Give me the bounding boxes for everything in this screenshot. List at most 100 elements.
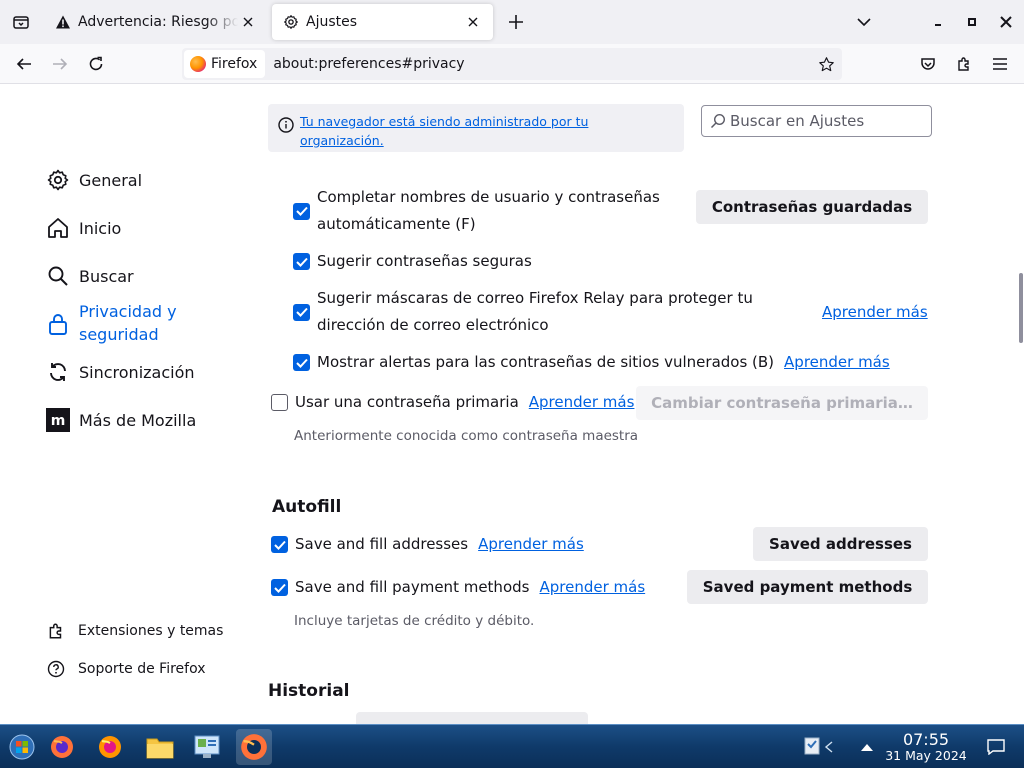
primary-learn-more-link[interactable]: Aprender más (529, 389, 635, 416)
policy-link[interactable]: Tu navegador está siendo administrado po… (300, 112, 630, 150)
relay-learn-more-link[interactable]: Aprender más (822, 303, 928, 321)
sidebar-item-label: Más de Mozilla (79, 410, 197, 430)
gear-icon (44, 166, 72, 194)
clock-time: 07:55 (902, 730, 950, 749)
plus-icon (509, 15, 523, 29)
close-tab-icon[interactable] (238, 17, 258, 27)
tab-settings[interactable]: Ajustes (272, 4, 493, 40)
minimize-icon (935, 24, 941, 26)
relay-row: Sugerir máscaras de correo Firefox Relay… (293, 285, 777, 339)
taskbar-control-panel[interactable] (191, 731, 223, 763)
payments-learn-more-link[interactable]: Aprender más (539, 574, 645, 601)
reload-button[interactable] (82, 50, 110, 78)
tray-volume-icon[interactable] (818, 731, 840, 763)
sync-icon (44, 358, 72, 386)
firefox-icon (241, 734, 267, 760)
save-payments-row: Save and fill payment methods Aprender m… (271, 574, 645, 601)
tab-warning[interactable]: Advertencia: Riesgo potencial de segurid… (44, 4, 268, 40)
scrollbar-thumb[interactable] (1019, 273, 1023, 343)
checkmark-icon (273, 583, 286, 593)
saved-addresses-button[interactable]: Saved addresses (753, 527, 928, 561)
autofill-logins-row: Completar nombres de usuario y contraseñ… (293, 184, 687, 238)
saved-passwords-button[interactable]: Contraseñas guardadas (696, 190, 928, 224)
home-icon (44, 214, 72, 242)
autofill-logins-checkbox[interactable] (293, 202, 310, 220)
puzzle-icon (44, 619, 68, 643)
taskbar-firefox-active[interactable] (236, 729, 272, 765)
breach-alerts-checkbox[interactable] (293, 354, 310, 371)
taskbar-firefox-2[interactable] (94, 731, 126, 763)
checkmark-icon (273, 540, 286, 550)
sidebar-item-sync[interactable]: Sincronización (44, 358, 195, 386)
sidebar-extensions-themes[interactable]: Extensiones y temas (44, 619, 223, 643)
sidebar-item-more-from-mozilla[interactable]: m Más de Mozilla (44, 406, 196, 434)
minimize-button[interactable] (924, 8, 952, 36)
tab-strip: Advertencia: Riesgo potencial de segurid… (0, 0, 1024, 44)
url-bar[interactable]: Firefox about:preferences#privacy (182, 48, 842, 80)
maximize-icon (968, 18, 976, 26)
pocket-button[interactable] (914, 50, 942, 78)
taskbar-firefox-1[interactable] (46, 731, 78, 763)
settings-search-box[interactable] (701, 105, 932, 137)
mozilla-icon: m (44, 406, 72, 434)
firefox-icon (51, 736, 73, 758)
tray-show-hidden-icons[interactable] (852, 731, 882, 763)
checkmark-icon (295, 257, 308, 267)
sidebar-item-home[interactable]: Inicio (44, 214, 121, 242)
payments-note: Incluye tarjetas de crédito y débito. (294, 613, 535, 629)
notification-icon (987, 739, 1005, 755)
info-icon (278, 117, 298, 137)
checkmark-icon (295, 358, 308, 368)
sidebar-item-general[interactable]: General (44, 166, 142, 194)
list-all-tabs-button[interactable] (850, 8, 878, 36)
extensions-button[interactable] (950, 50, 978, 78)
warning-icon (54, 14, 72, 30)
sidebar-item-search[interactable]: Buscar (44, 262, 134, 290)
sidebar-item-label: Buscar (79, 266, 134, 286)
history-mode-dropdown[interactable] (356, 712, 588, 724)
settings-search-input[interactable] (730, 112, 920, 130)
notification-center-button[interactable] (980, 731, 1012, 763)
breach-alerts-row: Mostrar alertas para las contraseñas de … (293, 349, 890, 376)
primary-password-checkbox[interactable] (271, 394, 288, 411)
save-addresses-row: Save and fill addresses Aprender más (271, 531, 584, 558)
back-button[interactable] (10, 50, 38, 78)
reload-icon (89, 56, 103, 71)
sidebar-firefox-support[interactable]: Soporte de Firefox (44, 657, 206, 681)
svg-text:m: m (51, 413, 66, 429)
autofill-section-title: Autofill (272, 497, 342, 517)
save-addresses-checkbox[interactable] (271, 536, 288, 553)
checkmark-icon (295, 206, 308, 216)
tab-list-button[interactable] (0, 0, 42, 44)
close-tab-icon[interactable] (463, 17, 483, 27)
save-payments-checkbox[interactable] (271, 579, 288, 596)
suggest-passwords-row: Sugerir contraseñas seguras (293, 248, 532, 275)
saved-payment-methods-button[interactable]: Saved payment methods (687, 570, 928, 604)
sidebar-item-privacy[interactable]: Privacidad y seguridad (44, 300, 209, 346)
url-text[interactable]: about:preferences#privacy (273, 56, 812, 72)
addresses-learn-more-link[interactable]: Aprender más (478, 531, 584, 558)
change-primary-password-button[interactable]: Cambiar contraseña primaria… (636, 386, 928, 420)
close-window-button[interactable] (992, 8, 1020, 36)
taskbar-clock[interactable]: 07:55 31 May 2024 (884, 731, 968, 764)
identity-box[interactable]: Firefox (184, 50, 266, 78)
suggest-passwords-checkbox[interactable] (293, 253, 310, 270)
app-menu-button[interactable] (986, 50, 1014, 78)
search-icon (710, 113, 726, 129)
maximize-button[interactable] (958, 8, 986, 36)
relay-checkbox[interactable] (293, 303, 310, 321)
breach-alerts-label: Mostrar alertas para las contraseñas de … (317, 353, 775, 371)
clock-date: 31 May 2024 (885, 748, 967, 763)
start-orb-icon (9, 734, 35, 760)
bookmark-star-icon[interactable] (812, 56, 840, 73)
breach-learn-more-link[interactable]: Aprender más (784, 349, 890, 376)
tab-title: Ajustes (306, 14, 358, 30)
forward-button[interactable] (46, 50, 74, 78)
start-menu-button[interactable] (6, 731, 38, 763)
back-arrow-icon (16, 58, 31, 70)
taskbar-file-explorer[interactable] (144, 731, 176, 763)
new-tab-button[interactable] (502, 8, 530, 36)
firefox-icon (99, 736, 121, 758)
history-section-title: Historial (268, 681, 350, 701)
save-payments-label: Save and fill payment methods (295, 578, 530, 596)
